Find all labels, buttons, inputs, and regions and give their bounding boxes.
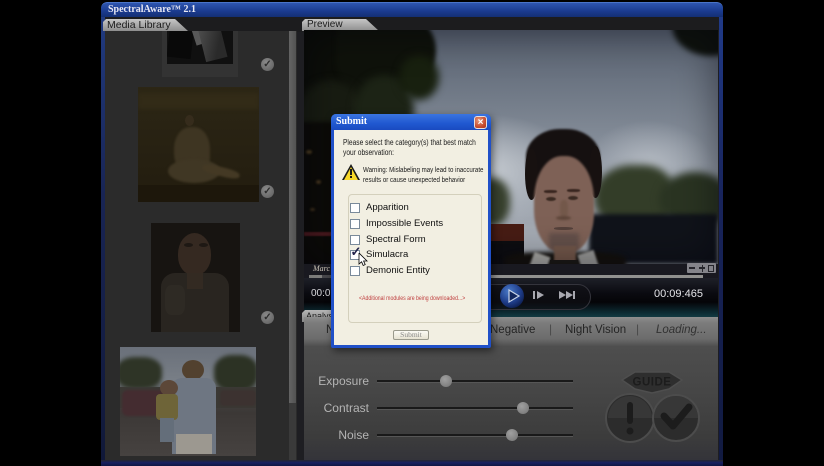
svg-text:GUIDE: GUIDE	[633, 377, 672, 389]
